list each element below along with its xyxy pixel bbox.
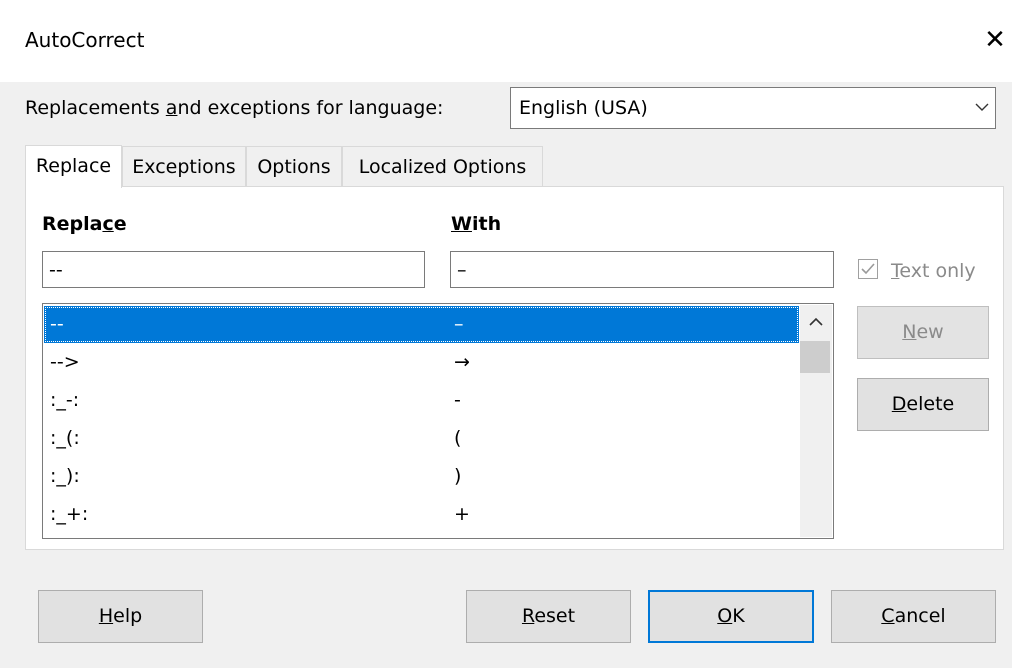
- cancel-button[interactable]: Cancel: [831, 590, 996, 643]
- window-title: AutoCorrect: [25, 28, 145, 52]
- delete-button[interactable]: Delete: [857, 378, 989, 431]
- list-item[interactable]: :_-: -: [44, 382, 799, 419]
- scrollbar-thumb[interactable]: [800, 341, 830, 373]
- tab-replace[interactable]: Replace: [25, 145, 122, 188]
- list-item-with: –: [454, 313, 464, 335]
- list-scrollbar[interactable]: [800, 305, 832, 537]
- list-item-replace: -->: [50, 351, 80, 373]
- list-item[interactable]: :_+: +: [44, 496, 799, 533]
- tab-localized-options[interactable]: Localized Options: [342, 146, 543, 186]
- list-item-with: →: [454, 351, 470, 373]
- text-only-label: Text only: [891, 260, 976, 282]
- with-input[interactable]: –: [450, 251, 834, 288]
- chevron-up-icon[interactable]: [800, 305, 832, 339]
- list-item[interactable]: :_):): [44, 458, 799, 495]
- replace-column-header: Replace: [42, 213, 127, 235]
- replace-input[interactable]: --: [42, 251, 425, 288]
- list-item[interactable]: -- –: [44, 306, 799, 343]
- tab-options[interactable]: Options: [246, 146, 342, 186]
- title-bar: AutoCorrect ✕: [0, 0, 1012, 82]
- new-button[interactable]: New: [857, 306, 989, 359]
- chevron-down-icon[interactable]: [968, 88, 995, 128]
- list-item-with: -: [454, 389, 461, 411]
- list-item-replace: :_):: [50, 465, 80, 487]
- replace-input-value: --: [49, 259, 63, 281]
- list-item[interactable]: :_(: (: [44, 420, 799, 457]
- list-item-replace: :_-:: [50, 389, 80, 411]
- language-value: English (USA): [519, 97, 648, 119]
- reset-button[interactable]: Reset: [466, 590, 631, 643]
- list-item-replace: :_+:: [50, 503, 89, 525]
- list-item[interactable]: --> →: [44, 344, 799, 381]
- list-item-replace: :_(:: [50, 427, 80, 449]
- list-item-replace: --: [50, 313, 64, 335]
- list-item-with: (: [454, 427, 462, 449]
- replacement-list[interactable]: -- – --> → :_-: - :_(: ( :_):) :_+: +: [42, 303, 834, 539]
- with-input-value: –: [457, 259, 467, 281]
- tab-exceptions[interactable]: Exceptions: [122, 146, 246, 186]
- language-label: Replacements and exceptions for language…: [25, 97, 444, 119]
- list-item-with: +: [454, 503, 470, 525]
- list-item-with: ): [454, 465, 462, 487]
- close-icon[interactable]: ✕: [978, 20, 1012, 60]
- with-column-header: With: [451, 213, 502, 235]
- help-button[interactable]: Help: [38, 590, 203, 643]
- ok-button[interactable]: OK: [648, 590, 814, 643]
- language-select[interactable]: English (USA): [510, 87, 996, 129]
- text-only-checkbox[interactable]: [858, 259, 878, 279]
